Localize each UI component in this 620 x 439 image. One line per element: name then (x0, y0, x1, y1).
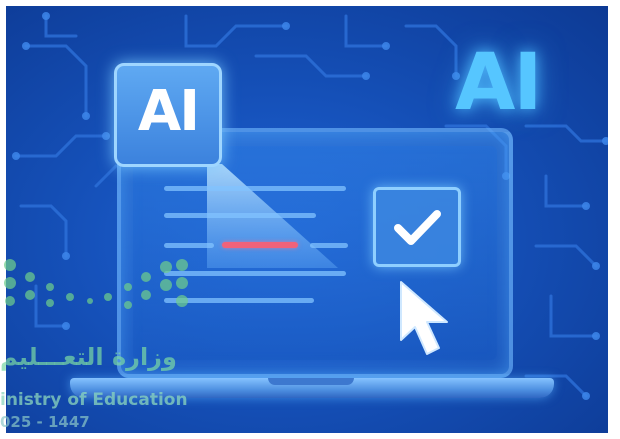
document-line-3 (164, 243, 214, 248)
ai-badge-icon: AI (114, 63, 222, 167)
illustration-scene: AI AI وزارة التعـــليم inistry of Educat… (0, 0, 620, 439)
document-line-1 (164, 186, 346, 191)
ministry-arabic-name: وزارة التعـــليم (0, 343, 177, 371)
document-line-3b (310, 243, 348, 248)
checkbox-icon[interactable] (373, 187, 461, 267)
checkmark-icon (394, 210, 441, 245)
mouse-pointer-icon (400, 281, 448, 355)
ministry-watermark: وزارة التعـــليم inistry of Education 02… (0, 255, 200, 439)
highlighted-error-line (222, 242, 298, 248)
ai-badge-label: AI (137, 79, 200, 144)
ministry-english-name: inistry of Education (0, 390, 188, 410)
document-line-2 (164, 213, 316, 218)
ministry-logo-dots (4, 259, 188, 309)
ministry-year: 025 - 1447 (0, 413, 90, 431)
